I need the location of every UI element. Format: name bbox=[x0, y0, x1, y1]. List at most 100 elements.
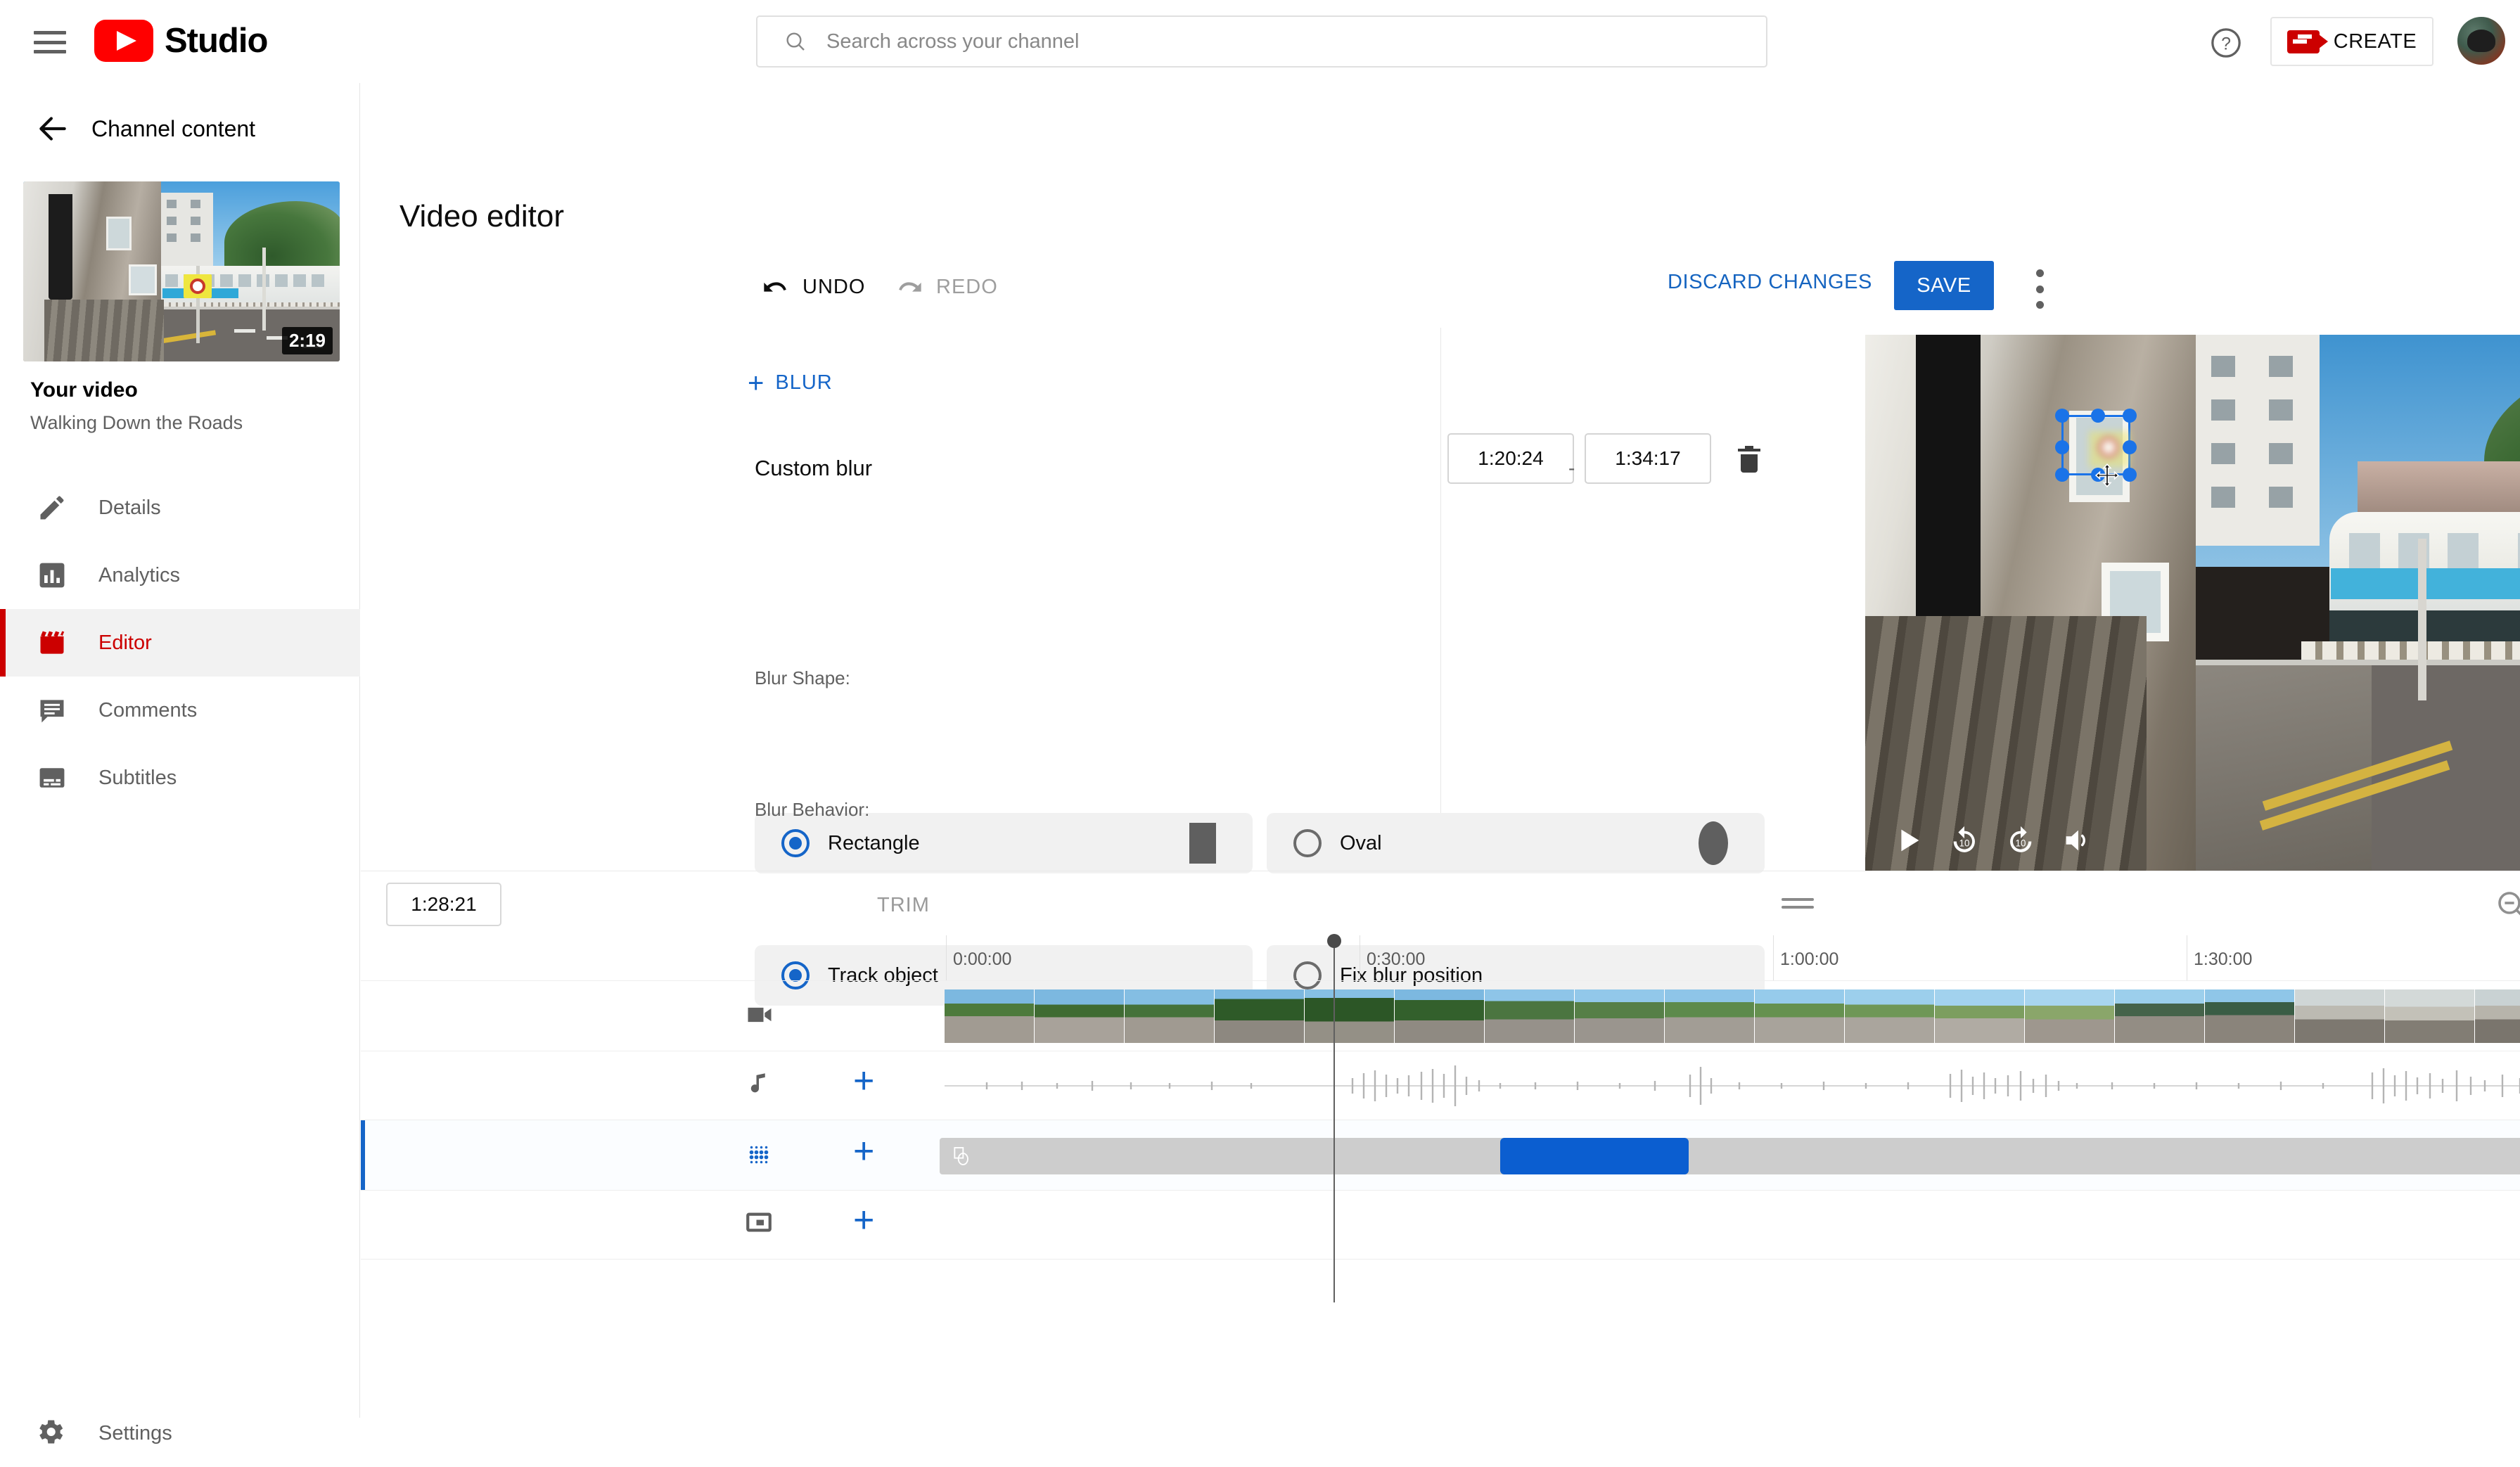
current-time-input[interactable]: 1:28:21 bbox=[386, 883, 501, 926]
sidebar-item-settings[interactable]: Settings bbox=[0, 1399, 360, 1467]
filmstrip-frame bbox=[2025, 989, 2115, 1043]
blur-shape-option-oval[interactable]: Oval bbox=[1267, 813, 1765, 873]
add-blur-track-button[interactable]: + bbox=[853, 1137, 874, 1167]
more-vertical-icon[interactable] bbox=[2035, 269, 2045, 309]
pencil-icon bbox=[35, 491, 69, 525]
youtube-studio-logo[interactable]: Studio bbox=[94, 20, 267, 62]
music-note-icon bbox=[744, 1070, 774, 1099]
settings-label: Settings bbox=[98, 1422, 172, 1445]
discard-changes-button[interactable]: DISCARD CHANGES bbox=[1668, 271, 1872, 294]
playhead-knob[interactable] bbox=[1327, 934, 1341, 948]
sidebar-item-editor[interactable]: Editor bbox=[0, 609, 360, 677]
audio-track[interactable]: + bbox=[361, 1051, 2520, 1120]
blur-start-time-input[interactable]: 1:20:24 bbox=[1447, 433, 1574, 484]
arrow-left-icon[interactable] bbox=[35, 111, 70, 146]
hamburger-menu-icon[interactable] bbox=[34, 31, 66, 53]
filmstrip-frame bbox=[1035, 989, 1125, 1043]
sidebar: Channel content 2:19 Your video Walking … bbox=[0, 83, 360, 1418]
resize-handle-middle-left[interactable] bbox=[2055, 440, 2069, 454]
sidebar-item-comments[interactable]: Comments bbox=[0, 677, 360, 744]
create-button[interactable]: CREATE bbox=[2270, 17, 2433, 66]
sidebar-item-label: Subtitles bbox=[98, 767, 177, 790]
resize-handle-top-right[interactable] bbox=[2123, 409, 2137, 423]
video-thumbnail[interactable]: 2:19 bbox=[23, 181, 340, 361]
replay-10-icon[interactable]: 10 bbox=[1948, 824, 1981, 857]
filmstrip-frame bbox=[1935, 989, 2025, 1043]
resize-handle-top-center[interactable] bbox=[2091, 409, 2105, 423]
thumbnail-duration-badge: 2:19 bbox=[282, 327, 333, 354]
speed-limit-ring bbox=[2098, 437, 2119, 458]
radio-button-selected[interactable] bbox=[781, 829, 810, 857]
video-camera-icon bbox=[744, 999, 775, 1030]
sidebar-item-subtitles[interactable]: Subtitles bbox=[0, 744, 360, 812]
blur-track[interactable]: + bbox=[361, 1120, 2520, 1190]
blur-grid-icon bbox=[744, 1140, 774, 1170]
blur-item-row: Custom blur 1:20:24 - 1:34:17 bbox=[361, 433, 1441, 511]
preview-tower-block bbox=[2196, 335, 2320, 546]
play-icon[interactable] bbox=[1892, 824, 1924, 857]
video-filmstrip[interactable] bbox=[945, 989, 2520, 1043]
add-end-screen-button[interactable]: + bbox=[853, 1206, 874, 1236]
blur-end-time-input[interactable]: 1:34:17 bbox=[1585, 433, 1711, 484]
blur-shapes-icon bbox=[951, 1145, 973, 1167]
back-to-channel-content[interactable]: Channel content bbox=[0, 104, 360, 153]
blur-segment[interactable] bbox=[1500, 1138, 1689, 1174]
resize-handle-middle-right[interactable] bbox=[2123, 440, 2137, 454]
save-button[interactable]: SAVE bbox=[1894, 261, 1994, 310]
redo-button[interactable]: REDO bbox=[895, 262, 998, 312]
zoom-out-icon[interactable] bbox=[2495, 888, 2520, 922]
preview-distant-houses bbox=[2358, 461, 2520, 513]
blur-behavior-label: Blur Behavior: bbox=[755, 799, 869, 821]
radio-button-unselected[interactable] bbox=[1293, 829, 1322, 857]
avatar[interactable] bbox=[2457, 17, 2505, 65]
search-bar[interactable] bbox=[756, 15, 1767, 68]
audio-waveform bbox=[945, 1051, 2520, 1120]
svg-text:10: 10 bbox=[2016, 838, 2026, 849]
top-bar: Studio ? CREATE bbox=[0, 0, 2520, 83]
resize-handle-bottom-right[interactable] bbox=[2123, 468, 2137, 482]
filmstrip-frame bbox=[1305, 989, 1395, 1043]
bar-chart-icon bbox=[35, 558, 69, 592]
search-input[interactable] bbox=[826, 30, 1727, 53]
move-cursor-icon bbox=[2094, 463, 2120, 488]
ruler-tick-label: 0:30:00 bbox=[1367, 949, 1425, 970]
hamburger-line bbox=[34, 41, 66, 44]
add-blur-label: BLUR bbox=[775, 371, 832, 395]
timeline-ruler[interactable]: 0:00:00 0:30:00 1:00:00 1:30:00 2:00:00 … bbox=[361, 935, 2520, 980]
page-title: Video editor bbox=[399, 199, 564, 234]
brand-label: Studio bbox=[165, 21, 267, 60]
subtitles-icon bbox=[35, 761, 69, 795]
video-preview[interactable]: 10 10 bbox=[1865, 335, 2520, 871]
end-screen-track[interactable]: + bbox=[361, 1190, 2520, 1259]
hamburger-line bbox=[34, 50, 66, 53]
sidebar-item-details[interactable]: Details bbox=[0, 474, 360, 542]
plus-icon: + bbox=[748, 373, 764, 393]
sidebar-item-label: Analytics bbox=[98, 564, 180, 587]
filmstrip-frame bbox=[1485, 989, 1575, 1043]
resize-handle-bottom-left[interactable] bbox=[2055, 468, 2069, 482]
blur-shape-option-rectangle[interactable]: Rectangle bbox=[755, 813, 1253, 873]
filmstrip-frame bbox=[2205, 989, 2295, 1043]
add-audio-button[interactable]: + bbox=[853, 1067, 874, 1096]
time-range-separator: - bbox=[1568, 457, 1575, 480]
help-circle-icon[interactable]: ? bbox=[2210, 27, 2242, 59]
drag-handle-icon[interactable] bbox=[1782, 898, 1814, 911]
resize-handle-top-left[interactable] bbox=[2055, 409, 2069, 423]
volume-icon[interactable] bbox=[2061, 824, 2093, 857]
trim-button[interactable]: TRIM bbox=[877, 894, 930, 917]
thumb-window bbox=[106, 217, 132, 250]
forward-10-icon[interactable]: 10 bbox=[2004, 824, 2037, 857]
clapperboard-icon bbox=[35, 626, 69, 660]
editor-action-bar: UNDO REDO DISCARD CHANGES SAVE bbox=[361, 262, 2520, 320]
sidebar-item-analytics[interactable]: Analytics bbox=[0, 542, 360, 609]
search-icon bbox=[784, 30, 807, 53]
add-blur-button[interactable]: + BLUR bbox=[748, 371, 833, 395]
video-track[interactable] bbox=[361, 980, 2520, 1051]
trash-icon[interactable] bbox=[1732, 440, 1766, 477]
channel-content-label: Channel content bbox=[91, 116, 255, 142]
timeline-playhead[interactable] bbox=[1333, 942, 1335, 1302]
undo-button[interactable]: UNDO bbox=[762, 262, 865, 312]
blur-track-bar[interactable] bbox=[940, 1138, 2520, 1174]
sidebar-item-label: Details bbox=[98, 497, 161, 520]
handle-line bbox=[1782, 898, 1814, 901]
